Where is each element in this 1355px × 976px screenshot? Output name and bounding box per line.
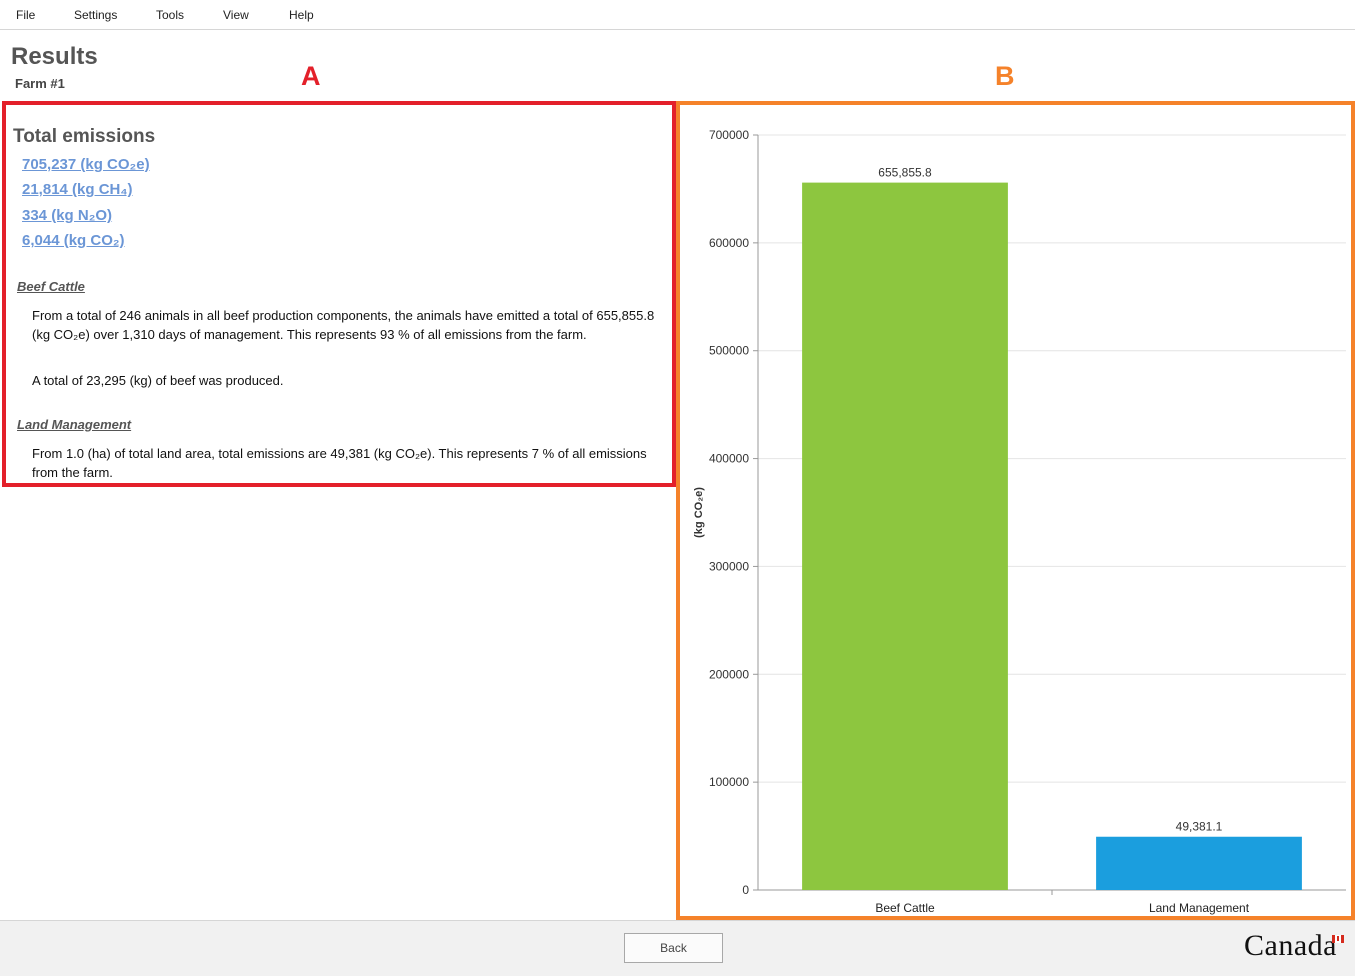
bar xyxy=(1096,836,1302,890)
beef-cattle-summary: From a total of 246 animals in all beef … xyxy=(32,308,655,342)
y-tick-label: 700000 xyxy=(709,128,749,142)
y-tick-label: 500000 xyxy=(709,344,749,358)
total-emissions-heading: Total emissions xyxy=(13,126,156,147)
menu-settings[interactable]: Settings xyxy=(74,8,117,22)
menu-file[interactable]: File xyxy=(16,8,35,22)
y-tick-label: 300000 xyxy=(709,559,749,573)
page-title: Results xyxy=(11,43,98,70)
data-label: 655,855.8 xyxy=(878,166,932,180)
y-tick-label: 200000 xyxy=(709,667,749,681)
y-tick-label: 400000 xyxy=(709,452,749,466)
data-label: 49,381.1 xyxy=(1176,820,1223,834)
footer-bar: Back Canada xyxy=(0,920,1355,976)
emissions-bar-chart: 0 100000 200000 300000 400000 500000 600000 700… xyxy=(693,128,1346,915)
total-co2e-link[interactable]: 705,237 (kg CO₂e) xyxy=(22,156,150,173)
page-subtitle: Farm #1 xyxy=(15,76,65,91)
total-n2o-link[interactable]: 334 (kg N₂O) xyxy=(22,207,112,224)
y-axis-label: (kg CO₂e) xyxy=(693,487,705,538)
menu-bar: File Settings Tools View Help xyxy=(0,0,1355,30)
y-tick-label: 0 xyxy=(742,883,749,897)
land-management-heading: Land Management xyxy=(17,417,132,432)
annotation-label-a: A xyxy=(301,61,321,91)
canada-flag-icon xyxy=(1332,935,1344,943)
total-ch4-link[interactable]: 21,814 (kg CH₄) xyxy=(22,181,133,198)
bar xyxy=(802,182,1008,890)
menu-view[interactable]: View xyxy=(223,8,249,22)
menu-tools[interactable]: Tools xyxy=(156,8,184,22)
y-tick-label: 600000 xyxy=(709,236,749,250)
x-tick-label: Beef Cattle xyxy=(875,901,935,915)
y-tick-label: 100000 xyxy=(709,775,749,789)
x-tick-label: Land Management xyxy=(1149,901,1250,915)
total-co2-link[interactable]: 6,044 (kg CO₂) xyxy=(22,232,125,249)
annotation-label-b: B xyxy=(995,61,1015,91)
land-management-summary: From 1.0 (ha) of total land area, total … xyxy=(32,446,647,480)
beef-cattle-heading: Beef Cattle xyxy=(17,279,85,294)
beef-production-summary: A total of 23,295 (kg) of beef was produ… xyxy=(32,373,284,388)
canada-wordmark: Canada xyxy=(1244,929,1337,962)
back-button[interactable]: Back xyxy=(624,933,723,963)
emissions-summary-panel: Total emissions 705,237 (kg CO₂e) 21,814… xyxy=(2,101,676,487)
menu-help[interactable]: Help xyxy=(289,8,314,22)
